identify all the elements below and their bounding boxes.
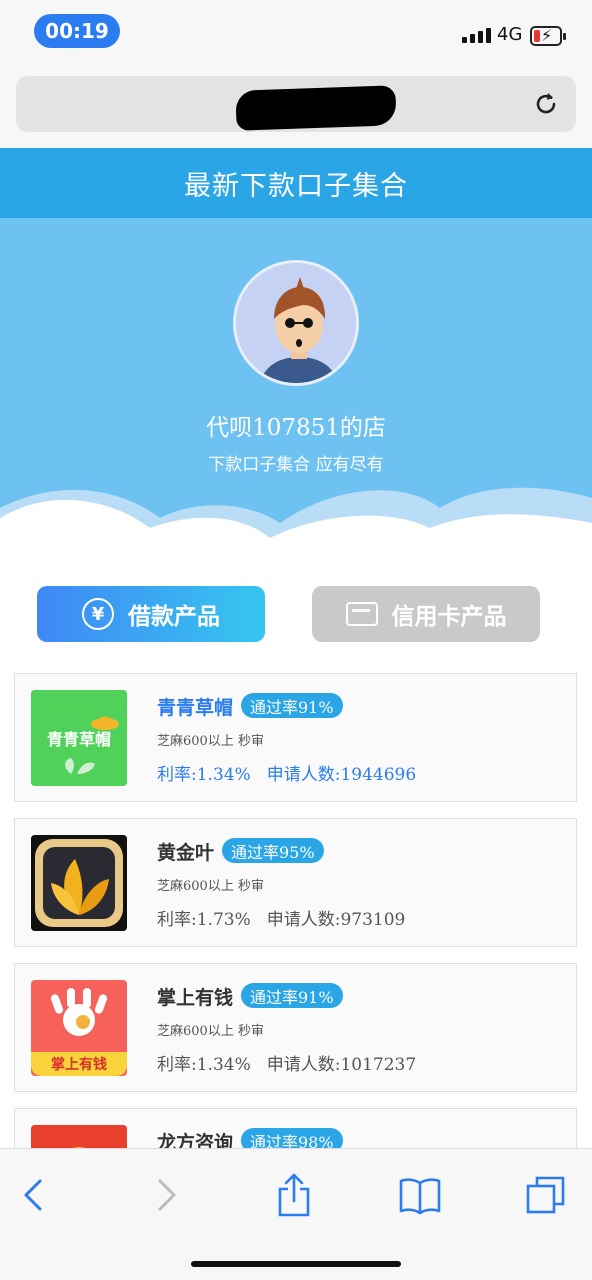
yen-icon: ¥ <box>82 598 114 630</box>
product-stats: 利率:1.73% 申请人数:973109 <box>157 905 405 930</box>
status-bar: 00:19 4G ⚡ <box>0 0 592 62</box>
page-title: 最新下款口子集合 <box>0 148 592 218</box>
product-requirement: 芝麻600以上 秒审 <box>157 879 264 894</box>
product-logo <box>31 835 127 931</box>
tab-credit-card-label: 信用卡产品 <box>391 604 507 630</box>
address-bar[interactable] <box>16 76 576 132</box>
product-card[interactable]: 掌上有钱 掌上有钱 通过率91% 芝麻600以上 秒审 利率:1.34% 申请人数… <box>14 963 577 1092</box>
signal-icon <box>462 28 491 43</box>
product-logo: 掌上有钱 <box>31 980 127 1076</box>
product-card[interactable]: 青青草帽 青青草帽 通过率91% 芝麻600以上 秒审 利率:1.34% 申请人数… <box>14 673 577 802</box>
interest-rate: 利率:1.34% <box>157 765 251 785</box>
pass-rate-badge: 通过率91% <box>241 693 343 718</box>
redacted-url <box>235 85 397 131</box>
applicant-count: 申请人数:1944696 <box>266 765 417 785</box>
product-requirement: 芝麻600以上 秒审 <box>157 734 264 749</box>
credit-card-icon <box>345 602 378 626</box>
avatar <box>233 260 359 386</box>
product-name: 掌上有钱 <box>157 987 234 1009</box>
product-logo-text: 掌上有钱 <box>51 1057 107 1073</box>
applicant-count: 申请人数:1017237 <box>266 1055 417 1075</box>
share-icon[interactable] <box>272 1173 316 1217</box>
tab-credit-card-products[interactable]: 信用卡产品 <box>312 586 540 642</box>
shop-header: 代呗107851的店 下款口子集合 应有尽有 <box>0 218 592 558</box>
product-card[interactable]: 黄金叶 通过率95% 芝麻600以上 秒审 利率:1.73% 申请人数:97310… <box>14 818 577 947</box>
browser-toolbar <box>0 62 592 148</box>
pass-rate-badge: 通过率95% <box>222 838 324 863</box>
applicant-count: 申请人数:973109 <box>266 910 406 930</box>
forward-icon[interactable] <box>144 1173 188 1217</box>
bookmarks-icon[interactable] <box>398 1173 442 1217</box>
status-time: 00:19 <box>34 14 120 48</box>
product-logo: 青青草帽 <box>31 690 127 786</box>
interest-rate: 利率:1.73% <box>157 910 251 930</box>
product-name: 青青草帽 <box>157 697 234 719</box>
product-logo-text: 青青草帽 <box>46 730 111 749</box>
tabs-icon[interactable] <box>524 1173 568 1217</box>
pass-rate-badge: 通过率91% <box>241 983 343 1008</box>
clouds-decoration <box>0 487 592 558</box>
reload-icon[interactable] <box>528 86 564 122</box>
tab-loan-products[interactable]: ¥ 借款产品 <box>37 586 265 642</box>
network-type: 4G <box>497 24 523 45</box>
shop-name: 代呗107851的店 <box>206 415 386 441</box>
back-icon[interactable] <box>12 1173 56 1217</box>
product-requirement: 芝麻600以上 秒审 <box>157 1024 264 1039</box>
interest-rate: 利率:1.34% <box>157 1055 251 1075</box>
tab-loan-label: 借款产品 <box>128 604 220 630</box>
home-indicator <box>191 1261 401 1267</box>
product-name: 黄金叶 <box>157 842 215 864</box>
battery-icon: ⚡ <box>530 26 566 46</box>
browser-bottom-toolbar <box>0 1148 592 1280</box>
product-stats: 利率:1.34% 申请人数:1944696 <box>157 760 416 785</box>
product-stats: 利率:1.34% 申请人数:1017237 <box>157 1050 416 1075</box>
